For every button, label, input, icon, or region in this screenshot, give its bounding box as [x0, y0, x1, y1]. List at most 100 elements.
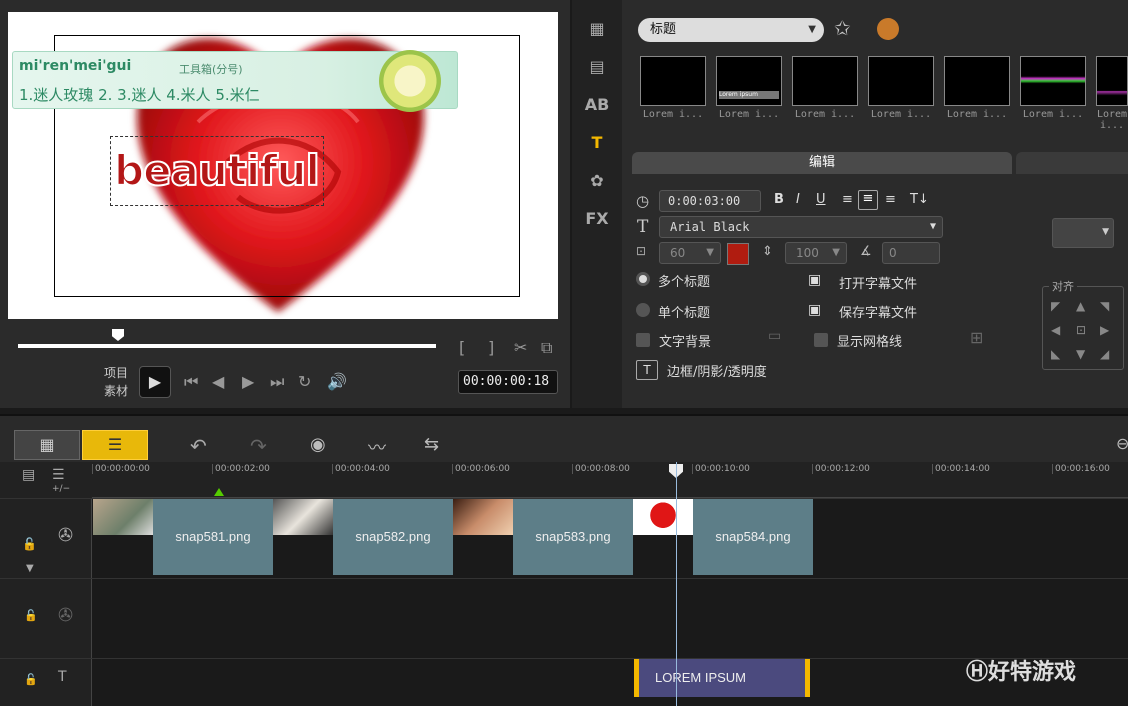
timeline-ruler[interactable]: ▤ ☰ +/− 00:00:00:00 00:00:02:00 00:00:04:0… — [0, 462, 1128, 498]
ime-candidates[interactable]: 1.迷人玫瑰 2. 3.迷人 4.米人 5.米仁 — [19, 84, 260, 105]
open-subtitle-icon[interactable]: ▣ — [808, 272, 821, 288]
clip-snap583[interactable]: snap583.png — [453, 499, 633, 575]
save-subtitle-button[interactable]: 保存字幕文件 — [839, 302, 917, 321]
duration-field[interactable]: 0:00:03:00 — [659, 190, 761, 212]
title-text-overlay[interactable]: beautiful — [113, 145, 321, 196]
category-dropdown[interactable]: 标题 ▼ — [638, 18, 824, 42]
zoom-icon[interactable]: ⊖ — [1116, 434, 1128, 453]
next-frame-icon[interactable]: ▶ — [242, 372, 254, 391]
tab-attribute[interactable] — [1016, 152, 1128, 174]
ime-candidate-popup[interactable]: mi'ren'mei'gui 工具箱(分号) 1.迷人玫瑰 2. 3.迷人 4.… — [12, 50, 458, 112]
radio-single-title[interactable] — [636, 303, 650, 317]
ruler-tick: 00:00:14:00 — [932, 464, 990, 474]
font-color-swatch[interactable] — [727, 243, 749, 265]
track-manager-icon[interactable]: ▤ — [22, 467, 35, 483]
title-thumb[interactable]: Lorem i... — [1096, 56, 1128, 131]
align-top-icon[interactable]: ▲ — [1076, 299, 1085, 313]
add-favorite-icon[interactable]: ✩ — [834, 16, 851, 40]
storyboard-view-icon[interactable]: ▦ — [14, 430, 80, 460]
italic-button[interactable]: I — [796, 192, 800, 207]
lock-icon[interactable]: 🔓 — [24, 673, 38, 686]
marker-icon[interactable] — [214, 488, 224, 496]
mode-clip[interactable]: 素材 — [100, 382, 128, 400]
clip-snap581[interactable]: snap581.png — [93, 499, 273, 575]
ab-icon[interactable]: AB — [572, 86, 622, 124]
title-thumb[interactable]: Lorem ipsum Lorem i... — [716, 56, 782, 131]
border-shadow-icon[interactable]: T — [636, 360, 658, 380]
title-thumb[interactable]: Lorem i... — [944, 56, 1010, 131]
mode-labels[interactable]: 项目 素材 — [100, 364, 128, 400]
title-clip[interactable]: LOREM IPSUM — [634, 659, 810, 697]
clip-snap582[interactable]: snap582.png — [273, 499, 453, 575]
line-spacing-select[interactable]: 100 ▼ — [785, 242, 847, 264]
align-bottom-icon[interactable]: ▼ — [1076, 347, 1085, 361]
options-icon[interactable] — [877, 18, 899, 40]
align-left-icon[interactable]: ◀ — [1051, 323, 1060, 337]
add-remove-button[interactable]: +/− — [52, 484, 70, 494]
chapter-icon[interactable]: ☰ — [52, 467, 65, 483]
show-grid-label: 显示网格线 — [837, 335, 903, 350]
fx-icon[interactable]: FX — [572, 200, 622, 238]
underline-button[interactable]: U — [816, 192, 826, 207]
title-thumb[interactable]: Lorem i... — [868, 56, 934, 131]
align-right-icon[interactable]: ▶ — [1100, 323, 1109, 337]
graphic-icon[interactable]: ✿ — [572, 162, 622, 200]
undo-icon[interactable]: ↶ — [190, 434, 207, 458]
title-thumb[interactable]: Lorem i... — [792, 56, 858, 131]
text-bg-settings-icon[interactable]: ▭ — [768, 328, 781, 344]
seek-handle[interactable] — [112, 329, 124, 341]
align-center-icon[interactable]: ⊡ — [1076, 323, 1086, 337]
ime-toolbox-link[interactable]: 工具箱(分号) — [179, 61, 243, 77]
repeat-icon[interactable]: ↻ — [298, 372, 311, 391]
font-select[interactable]: Arial Black ▼ — [659, 216, 943, 238]
open-subtitle-button[interactable]: 打开字幕文件 — [839, 273, 917, 292]
end-icon[interactable]: ⏭ — [270, 372, 284, 392]
title-icon[interactable]: T — [572, 124, 622, 162]
align-top-left-icon[interactable]: ◤ — [1051, 299, 1060, 313]
scissors-icon[interactable]: ✂ — [514, 338, 527, 357]
seek-bar[interactable] — [18, 344, 436, 348]
align-center-icon[interactable]: ≡ — [858, 190, 878, 210]
expand-icon[interactable]: ▼ — [26, 563, 34, 574]
prev-frame-icon[interactable]: ◀ — [212, 372, 224, 391]
copy-icon[interactable]: ⧉ — [541, 338, 552, 358]
mode-project[interactable]: 项目 — [100, 364, 128, 382]
grid-settings-icon[interactable]: ⊞ — [970, 328, 983, 347]
clip-label: snap584.png — [693, 499, 813, 575]
border-shadow-button[interactable]: 边框/阴影/透明度 — [667, 361, 767, 380]
lock-icon[interactable]: 🔓 — [22, 537, 37, 551]
align-bottom-right-icon[interactable]: ◢ — [1100, 347, 1109, 361]
play-button[interactable]: ▶ — [139, 366, 171, 398]
radio-multi-title[interactable] — [636, 272, 650, 286]
audio-mixer-icon[interactable]: 〰 — [368, 434, 386, 460]
volume-icon[interactable]: 🔊 — [327, 372, 347, 391]
text-direction-icon[interactable]: T↓ — [910, 192, 929, 207]
redo-icon[interactable]: ↷ — [250, 434, 267, 458]
mark-out-icon[interactable]: ] — [488, 338, 494, 357]
lock-icon[interactable]: 🔓 — [24, 609, 38, 622]
save-subtitle-icon[interactable]: ▣ — [808, 302, 821, 318]
mark-in-icon[interactable]: [ — [459, 338, 465, 357]
home-icon[interactable]: ⏮ — [184, 372, 198, 392]
media-icon[interactable]: ▦ — [572, 10, 622, 48]
title-thumb[interactable]: Lorem i... — [1020, 56, 1086, 131]
align-right-icon[interactable]: ≡ — [885, 192, 896, 207]
timecode-field[interactable]: 00:00:00:18 — [458, 370, 558, 394]
show-grid-checkbox[interactable] — [814, 333, 828, 347]
tab-edit[interactable]: 编辑 — [632, 152, 1012, 174]
align-bottom-left-icon[interactable]: ◣ — [1051, 347, 1060, 361]
record-icon[interactable]: ◉ — [310, 434, 326, 455]
preset-color-picker[interactable]: ▼ — [1052, 218, 1114, 248]
timeline-view-icon[interactable]: ☰ — [82, 430, 148, 460]
clip-snap584[interactable]: snap584.png — [633, 499, 813, 575]
auto-music-icon[interactable]: ⇆ — [424, 434, 439, 455]
font-size-select[interactable]: 60 ▼ — [659, 242, 721, 264]
bold-button[interactable]: B — [774, 192, 784, 207]
title-thumb[interactable]: Lorem i... — [640, 56, 706, 131]
transition-icon[interactable]: ▤ — [572, 48, 622, 86]
align-top-right-icon[interactable]: ◥ — [1100, 299, 1109, 313]
text-bg-checkbox[interactable] — [636, 333, 650, 347]
category-value: 标题 — [650, 22, 677, 37]
angle-field[interactable]: 0 — [882, 242, 940, 264]
align-left-icon[interactable]: ≡ — [842, 192, 853, 207]
